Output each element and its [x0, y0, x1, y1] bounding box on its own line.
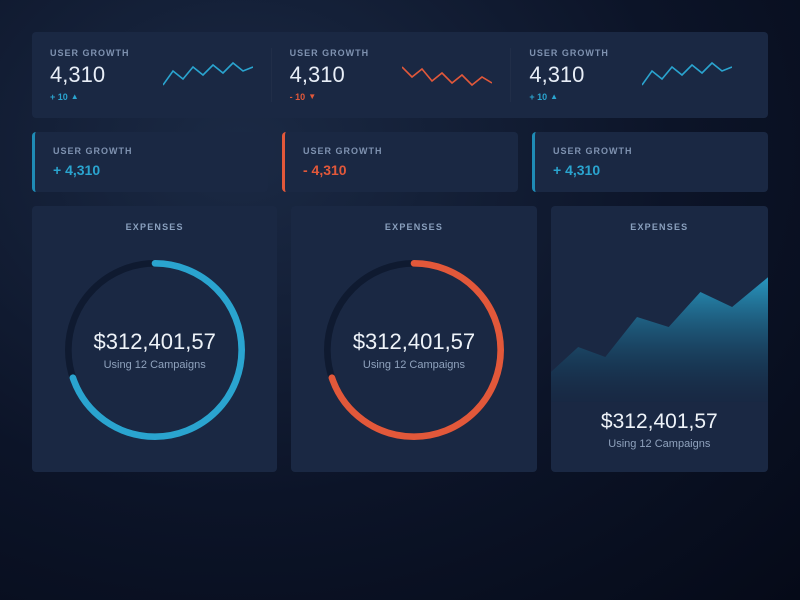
arrow-down-icon: ▼	[308, 93, 316, 101]
card-title: EXPENSES	[630, 222, 688, 232]
stat-cell-2: USER GROWTH 4,310 + 10▲	[510, 48, 750, 102]
sparkline-chart	[642, 57, 732, 93]
stat-delta: - 10▼	[290, 92, 370, 102]
donut-chart: $312,401,57 Using 12 Campaigns	[314, 250, 514, 450]
top-stats-card: USER GROWTH 4,310 + 10▲ USER GROWTH 4,31…	[32, 32, 768, 118]
stat-cell-1: USER GROWTH 4,310 - 10▼	[271, 48, 511, 102]
badge-value: + 4,310	[53, 162, 250, 178]
expenses-card-blue[interactable]: EXPENSES $312,401,57 Using 12 Campaigns	[32, 206, 277, 472]
amount-value: $312,401,57	[601, 410, 718, 434]
sparkline-chart	[163, 57, 253, 93]
badge-value: - 4,310	[303, 162, 500, 178]
area-chart	[551, 262, 768, 402]
badge-label: USER GROWTH	[53, 146, 250, 156]
stat-label: USER GROWTH	[50, 48, 130, 58]
stat-delta: + 10▲	[529, 92, 609, 102]
badge-value: + 4,310	[553, 162, 750, 178]
badge-label: USER GROWTH	[303, 146, 500, 156]
arrow-up-icon: ▲	[71, 93, 79, 101]
growth-badge-2[interactable]: USER GROWTH + 4,310	[532, 132, 768, 192]
arrow-up-icon: ▲	[550, 93, 558, 101]
stat-delta: + 10▲	[50, 92, 130, 102]
expenses-card-area[interactable]: EXPENSES $312,401,57 Using 12 Campaigns	[551, 206, 768, 472]
growth-badge-0[interactable]: USER GROWTH + 4,310	[32, 132, 268, 192]
donut-chart: $312,401,57 Using 12 Campaigns	[55, 250, 255, 450]
stat-cell-0: USER GROWTH 4,310 + 10▲	[50, 48, 271, 102]
card-title: EXPENSES	[126, 222, 184, 232]
stat-value: 4,310	[290, 62, 370, 88]
expenses-card-red[interactable]: EXPENSES $312,401,57 Using 12 Campaigns	[291, 206, 536, 472]
amount-sub: Using 12 Campaigns	[601, 438, 718, 450]
card-title: EXPENSES	[385, 222, 443, 232]
stat-value: 4,310	[529, 62, 609, 88]
sparkline-chart	[402, 57, 492, 93]
stat-label: USER GROWTH	[290, 48, 370, 58]
stat-label: USER GROWTH	[529, 48, 609, 58]
stat-value: 4,310	[50, 62, 130, 88]
badge-label: USER GROWTH	[553, 146, 750, 156]
growth-badge-1[interactable]: USER GROWTH - 4,310	[282, 132, 518, 192]
